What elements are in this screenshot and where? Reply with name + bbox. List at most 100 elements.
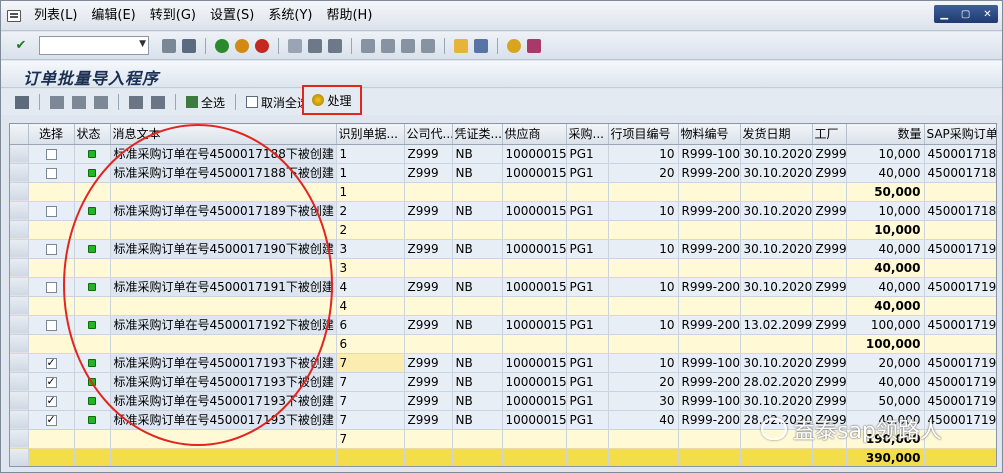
table-row[interactable]: 标准采购订单在号4500017193下被创建7Z999NB10000015PG1… [10, 410, 996, 430]
system-menu-icon[interactable] [7, 9, 21, 22]
column-header[interactable]: 凭证类... [452, 124, 503, 145]
new-session-icon[interactable] [454, 38, 468, 53]
details-icon[interactable] [15, 95, 29, 109]
menu-goto[interactable]: 转到(G) [143, 1, 203, 31]
find-next-icon[interactable] [328, 38, 342, 53]
menu-list[interactable]: 列表(L) [27, 1, 84, 31]
subtotal-row[interactable]: 6 100,000 [10, 334, 996, 354]
row-selector[interactable] [10, 448, 29, 466]
subtotal-icon[interactable] [151, 95, 165, 109]
process-button[interactable]: 处理 [302, 85, 362, 115]
row-selector[interactable] [10, 258, 29, 278]
row-selector-header[interactable] [10, 124, 29, 145]
layout-icon[interactable] [527, 38, 541, 53]
column-header[interactable]: 公司代... [404, 124, 453, 145]
row-selector[interactable] [10, 296, 29, 316]
item-cell: 10 [608, 239, 679, 259]
date-cell: 30.10.2020 [740, 391, 813, 411]
select-checkbox[interactable] [45, 413, 57, 426]
id-cell [336, 448, 405, 466]
subtotal-row[interactable]: 2 10,000 [10, 220, 996, 240]
row-selector[interactable] [10, 182, 29, 202]
menu-edit[interactable]: 编辑(E) [84, 1, 142, 31]
select-checkbox[interactable] [45, 319, 57, 331]
minimize-icon[interactable]: ▁ [940, 9, 948, 20]
row-selector[interactable] [10, 391, 29, 411]
exit-icon[interactable] [235, 38, 249, 53]
select-checkbox[interactable] [45, 243, 57, 255]
select-checkbox[interactable] [45, 394, 57, 407]
column-header[interactable]: 采购... [566, 124, 609, 145]
command-field[interactable]: ▼ [39, 36, 149, 55]
column-header[interactable]: 消息文本 [110, 124, 337, 145]
sum-icon[interactable] [129, 95, 143, 109]
subtotal-row[interactable]: 1 50,000 [10, 182, 996, 202]
table-row[interactable]: 标准采购订单在号4500017188下被创建 1 Z999 NB 10000015 PG1… [10, 163, 996, 183]
subtotal-row[interactable]: 4 40,000 [10, 296, 996, 316]
delete-filter-icon[interactable] [94, 95, 108, 109]
row-selector[interactable] [10, 410, 29, 430]
find-icon[interactable] [308, 38, 322, 53]
print-icon[interactable] [288, 38, 302, 53]
row-selector[interactable] [10, 277, 29, 297]
row-selector[interactable] [10, 429, 29, 449]
column-header[interactable]: 状态 [74, 124, 111, 145]
select-checkbox[interactable] [45, 281, 57, 293]
select-checkbox[interactable] [45, 205, 57, 217]
first-page-icon[interactable] [361, 38, 375, 53]
table-row[interactable]: 标准采购订单在号4500017193下被创建7Z999NB10000015PG1… [10, 372, 996, 392]
last-page-icon[interactable] [421, 38, 435, 53]
next-page-icon[interactable] [401, 38, 415, 53]
table-row[interactable]: 标准采购订单在号4500017189下被创建 2 Z999 NB 10000015 PG1… [10, 201, 996, 221]
row-selector[interactable] [10, 334, 29, 354]
chevron-down-icon[interactable]: ▼ [139, 39, 146, 49]
column-header[interactable]: 识别单据... [336, 124, 405, 145]
column-header[interactable]: 工厂 [812, 124, 847, 145]
table-row[interactable]: 标准采购订单在号4500017188下被创建 1 Z999 NB 10000015 PG1… [10, 144, 996, 164]
column-header[interactable]: 选择 [28, 124, 75, 145]
menu-help[interactable]: 帮助(H) [319, 1, 379, 31]
column-header[interactable]: 行项目编号 [608, 124, 679, 145]
menu-settings[interactable]: 设置(S) [203, 1, 261, 31]
select-checkbox[interactable] [45, 375, 57, 388]
set-filter-icon[interactable] [72, 95, 86, 109]
total-row[interactable]: 390,000 [10, 448, 996, 466]
select-checkbox[interactable] [45, 167, 57, 179]
back-arrow-icon[interactable] [162, 38, 176, 53]
table-row[interactable]: 标准采购订单在号4500017193下被创建7Z999NB10000015PG1… [10, 353, 996, 373]
row-selector[interactable] [10, 220, 29, 240]
table-row[interactable]: 标准采购订单在号4500017192下被创建 6 Z999 NB 10000015 PG1… [10, 315, 996, 335]
subtotal-row[interactable]: 3 40,000 [10, 258, 996, 278]
select-all-button[interactable]: 全选 [182, 92, 229, 112]
subtotal-row[interactable]: 7 190,000 [10, 429, 996, 449]
column-header[interactable]: 数量 [846, 124, 925, 145]
cancel-icon[interactable] [255, 38, 269, 53]
column-header[interactable]: 物料编号 [678, 124, 741, 145]
row-selector[interactable] [10, 201, 29, 221]
filter-icon[interactable] [50, 95, 64, 109]
row-selector[interactable] [10, 144, 29, 164]
shortcut-icon[interactable] [474, 38, 488, 53]
help-icon[interactable] [507, 38, 521, 53]
enter-check-icon[interactable]: ✔ [13, 38, 29, 54]
menu-system[interactable]: 系统(Y) [261, 1, 319, 31]
row-selector[interactable] [10, 315, 29, 335]
back-icon[interactable] [215, 38, 229, 53]
row-selector[interactable] [10, 372, 29, 392]
column-header[interactable]: SAP采购订单 [924, 124, 996, 145]
previous-page-icon[interactable] [381, 38, 395, 53]
table-row[interactable]: 标准采购订单在号4500017191下被创建 4 Z999 NB 10000015 PG1… [10, 277, 996, 297]
select-checkbox[interactable] [45, 356, 57, 369]
close-icon[interactable]: ✕ [983, 9, 991, 20]
row-selector[interactable] [10, 239, 29, 259]
row-selector[interactable] [10, 353, 29, 373]
column-header[interactable]: 供应商 [502, 124, 567, 145]
save-icon[interactable] [182, 38, 196, 53]
date-cell: 13.02.2099 [740, 315, 813, 335]
row-selector[interactable] [10, 163, 29, 183]
table-row[interactable]: 标准采购订单在号4500017190下被创建 3 Z999 NB 10000015 PG1… [10, 239, 996, 259]
table-row[interactable]: 标准采购订单在号4500017193下被创建7Z999NB10000015PG1… [10, 391, 996, 411]
maximize-icon[interactable]: ▢ [961, 9, 970, 20]
select-checkbox[interactable] [45, 148, 57, 160]
column-header[interactable]: 发货日期 [740, 124, 813, 145]
